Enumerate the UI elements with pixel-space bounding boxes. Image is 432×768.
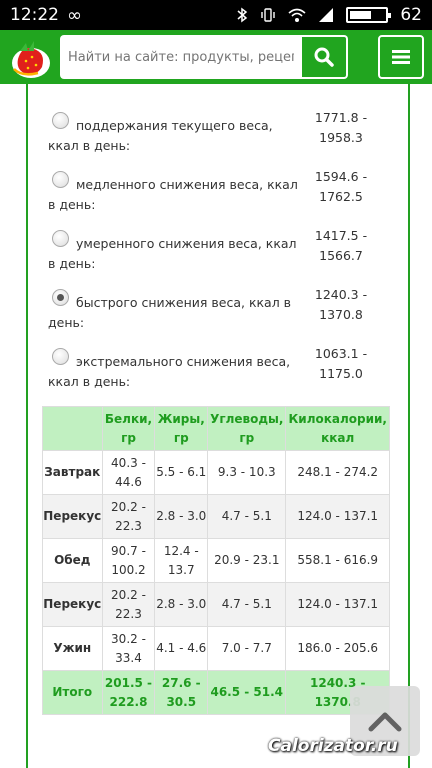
meal-name: Ужин	[42, 626, 103, 671]
fat-cell: 12.4 - 13.7	[154, 538, 209, 583]
goal-label: умеренного снижения веса, ккал в день:	[48, 236, 297, 271]
goal-label: быстрого снижения веса, ккал в день:	[48, 295, 292, 330]
clock: 12:22	[10, 5, 59, 25]
table-row: Ужин 30.2 - 33.4 4.1 - 4.6 7.0 - 7.7 186…	[42, 626, 390, 671]
protein-cell: 40.3 - 44.6	[101, 450, 156, 495]
search-button[interactable]	[302, 35, 348, 79]
goal-label: медленного снижения веса, ккал в день:	[48, 177, 298, 212]
goal-value: 1417.5 -1566.7	[314, 228, 368, 263]
table-row: Завтрак 40.3 - 44.6 5.5 - 6.1 9.3 - 10.3…	[42, 450, 390, 495]
bluetooth-icon	[237, 7, 248, 23]
table-row: Перекус 20.2 - 22.3 2.8 - 3.0 4.7 - 5.1 …	[42, 494, 390, 539]
infinity-icon: ∞	[67, 4, 82, 26]
chevron-up-icon	[368, 712, 402, 732]
menu-button[interactable]	[378, 35, 424, 79]
goal-option-fast[interactable]: быстрого снижения веса, ккал в день: 124…	[46, 277, 376, 330]
protein-cell: 90.7 - 100.2	[101, 538, 156, 583]
header-protein: Белки, гр	[101, 406, 156, 451]
goal-option-extreme[interactable]: экстремального снижения веса, ккал в ден…	[46, 336, 376, 389]
search-input[interactable]	[60, 35, 302, 79]
kcal-cell: 124.0 - 137.1	[285, 582, 390, 627]
meal-name: Обед	[42, 538, 103, 583]
site-logo[interactable]	[8, 33, 54, 81]
table-total-row: Итого 201.5 - 222.8 27.6 - 30.5 46.5 - 5…	[42, 670, 390, 715]
battery-level: 62	[400, 5, 422, 25]
goal-value: 1063.1 -1175.0	[314, 346, 368, 381]
vibrate-icon	[261, 8, 276, 22]
goal-value: 1240.3 -1370.8	[314, 287, 368, 322]
goal-value: 1771.8 -1958.3	[314, 110, 368, 145]
goal-value: 1594.6 -1762.5	[314, 169, 368, 204]
kcal-cell: 124.0 - 137.1	[285, 494, 390, 539]
fat-cell: 2.8 - 3.0	[154, 582, 209, 627]
meal-name: Завтрак	[42, 450, 103, 495]
header-carbs: Углеводы, гр	[207, 406, 287, 451]
kcal-cell: 558.1 - 616.9	[285, 538, 390, 583]
protein-cell: 30.2 - 33.4	[101, 626, 156, 671]
header-kcal: Килокалории, ккал	[285, 406, 390, 451]
hamburger-icon	[392, 50, 410, 64]
fat-cell: 4.1 - 4.6	[154, 626, 209, 671]
carbs-cell: 7.0 - 7.7	[207, 626, 287, 671]
total-label: Итого	[42, 670, 103, 715]
meal-name: Перекус	[42, 582, 103, 627]
carbs-cell: 9.3 - 10.3	[207, 450, 287, 495]
fat-cell: 2.8 - 3.0	[154, 494, 209, 539]
carbs-cell: 4.7 - 5.1	[207, 494, 287, 539]
status-icons: 62	[236, 5, 422, 25]
goal-label: поддержания текущего веса, ккал в день:	[48, 118, 273, 153]
goal-option-slow[interactable]: медленного снижения веса, ккал в день: 1…	[46, 159, 376, 212]
table-row: Обед 90.7 - 100.2 12.4 - 13.7 20.9 - 23.…	[42, 538, 390, 583]
table-header-row: Белки, гр Жиры, гр Углеводы, гр Килокало…	[42, 406, 390, 451]
watermark: Calorizator.ru	[268, 736, 398, 756]
carbs-cell: 4.7 - 5.1	[207, 582, 287, 627]
goal-option-maintain[interactable]: поддержания текущего веса, ккал в день: …	[46, 100, 376, 153]
carbs-cell: 20.9 - 23.1	[207, 538, 287, 583]
header-fat: Жиры, гр	[154, 406, 209, 451]
total-protein: 201.5 - 222.8	[101, 670, 156, 715]
meal-plan-table: Белки, гр Жиры, гр Углеводы, гр Килокало…	[42, 406, 390, 715]
protein-cell: 20.2 - 22.3	[101, 582, 156, 627]
status-bar: 12:22 ∞ 62	[0, 0, 432, 30]
wifi-icon	[288, 8, 306, 22]
signal-icon	[319, 8, 334, 22]
total-carbs: 46.5 - 51.4	[207, 670, 287, 715]
protein-cell: 20.2 - 22.3	[101, 494, 156, 539]
total-fat: 27.6 - 30.5	[154, 670, 209, 715]
table-row: Перекус 20.2 - 22.3 2.8 - 3.0 4.7 - 5.1 …	[42, 582, 390, 627]
fat-cell: 5.5 - 6.1	[154, 450, 209, 495]
kcal-cell: 186.0 - 205.6	[285, 626, 390, 671]
meal-name: Перекус	[42, 494, 103, 539]
goal-option-moderate[interactable]: умеренного снижения веса, ккал в день: 1…	[46, 218, 376, 271]
strawberry-logo-icon	[12, 41, 50, 78]
battery-icon	[346, 7, 392, 23]
goal-label: экстремального снижения веса, ккал в ден…	[48, 354, 291, 389]
search-icon	[314, 47, 334, 67]
kcal-cell: 248.1 - 274.2	[285, 450, 390, 495]
site-header	[0, 30, 432, 84]
header-cell	[42, 406, 103, 451]
